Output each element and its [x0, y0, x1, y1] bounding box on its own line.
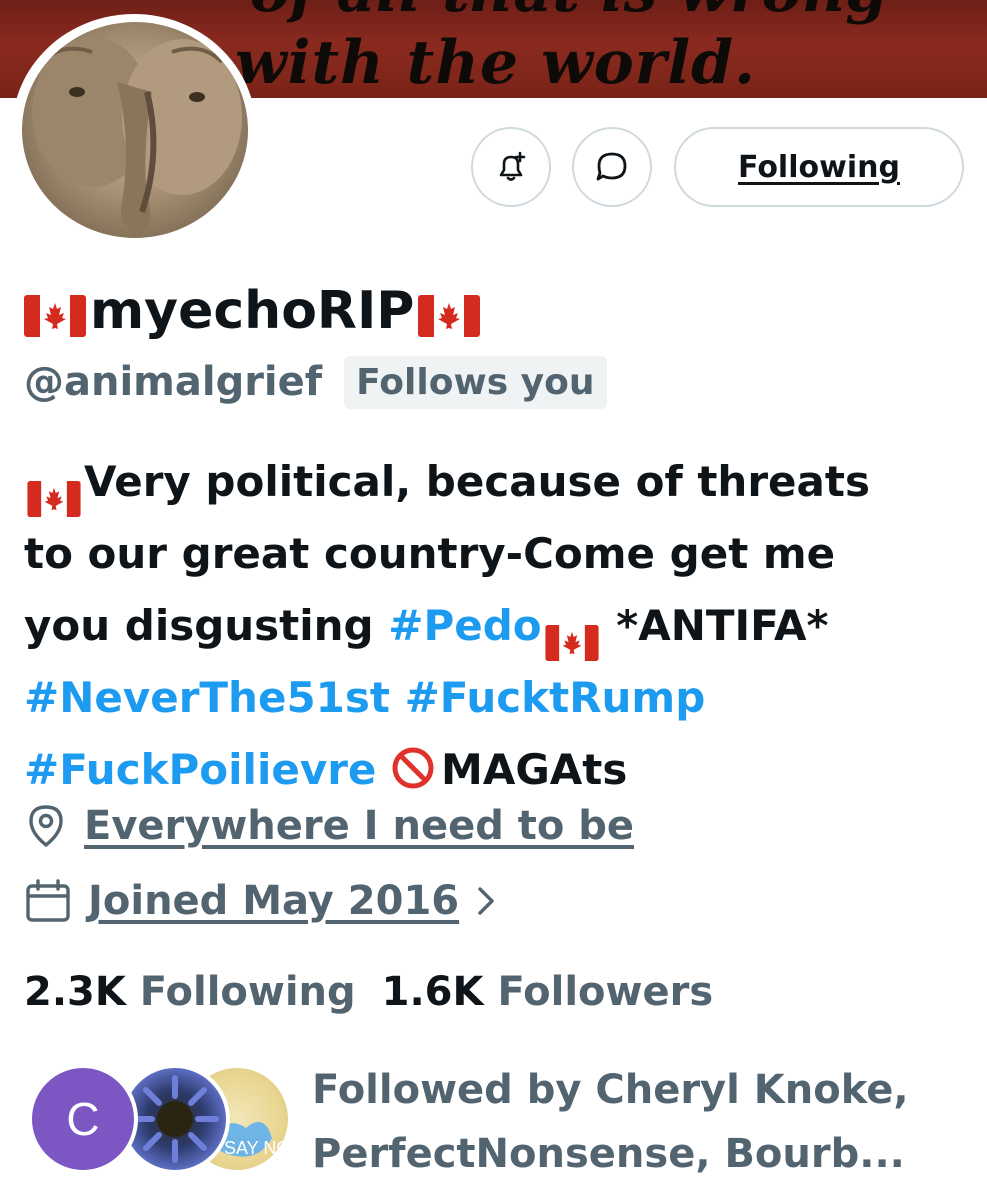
display-name-row: myechoRIP [24, 276, 481, 346]
banner-text-line1: of all that is wrong [250, 0, 887, 26]
bio-text: Very political, because of threats [84, 457, 870, 506]
banner-text-line2: with the world. [235, 28, 756, 98]
follow-counts-row: 2.3K Following 1.6K Followers [24, 962, 713, 1022]
profile-bio: Very political, because of threats to ou… [24, 446, 964, 806]
hashtag-link[interactable]: #Pedo [388, 601, 541, 650]
profile-action-row: Following [0, 127, 987, 207]
following-count-link[interactable]: 2.3K Following [24, 969, 356, 1015]
no-entry-icon [392, 747, 434, 789]
avatar-text: SAY NO [224, 1138, 288, 1158]
location-pin-icon [29, 805, 63, 847]
followed-by-text[interactable]: Followed by Cheryl Knoke, PerfectNonsens… [312, 1058, 972, 1186]
followers-count: 1.6K [381, 969, 484, 1015]
hashtag-link[interactable]: #FuckPoilievre [24, 745, 376, 794]
bio-text: MAGAts [441, 745, 628, 794]
avatar-initial: C [66, 1093, 100, 1145]
location-row: Everywhere I need to be [24, 798, 634, 854]
user-handle: @animalgrief [24, 359, 323, 405]
followed-by-line-2: PerfectNonsense, Bourb... [312, 1131, 905, 1177]
bell-plus-icon [499, 151, 526, 181]
bio-line-5: #FuckPoilievre MAGAts [24, 734, 964, 806]
message-bubble-icon [596, 152, 627, 181]
joined-row: Joined May 2016 [24, 873, 497, 929]
chevron-right-icon[interactable] [475, 884, 497, 918]
location-link[interactable]: Everywhere I need to be [84, 803, 634, 849]
following-label: Following [139, 969, 356, 1015]
notify-button[interactable] [471, 127, 551, 207]
bio-line-4: #NeverThe51st #FucktRump [24, 662, 964, 734]
canada-flag-icon [418, 290, 481, 337]
hashtag-link[interactable]: #FucktRump [405, 673, 706, 722]
handle-row: @animalgrief Follows you [24, 352, 607, 412]
message-button[interactable] [572, 127, 652, 207]
canada-flag-icon [24, 290, 86, 337]
follower-avatar-1[interactable]: C [28, 1064, 138, 1174]
bio-text: *ANTIFA* [601, 601, 829, 650]
followed-by-line-1: Followed by Cheryl Knoke, [312, 1067, 909, 1113]
bio-line-1: Very political, because of threats [24, 446, 964, 518]
canada-flag-icon [26, 467, 82, 517]
follows-you-badge: Follows you [344, 355, 607, 409]
calendar-icon [26, 879, 70, 922]
display-name: myechoRIP [90, 281, 415, 341]
sunflower-avatar-image [131, 1075, 219, 1163]
following-button[interactable]: Following [674, 127, 964, 207]
canada-flag-icon [544, 611, 600, 661]
joined-date-link[interactable]: Joined May 2016 [88, 878, 459, 924]
bio-line-3: you disgusting #Pedo *ANTIFA* [24, 590, 964, 662]
followers-count-link[interactable]: 1.6K Followers [382, 969, 714, 1015]
hashtag-link[interactable]: #NeverThe51st [24, 673, 390, 722]
following-count: 2.3K [24, 969, 126, 1015]
followers-label: Followers [497, 969, 714, 1015]
bio-text: you disgusting [24, 601, 389, 650]
bio-line-2: to our great country-Come get me [24, 529, 836, 578]
